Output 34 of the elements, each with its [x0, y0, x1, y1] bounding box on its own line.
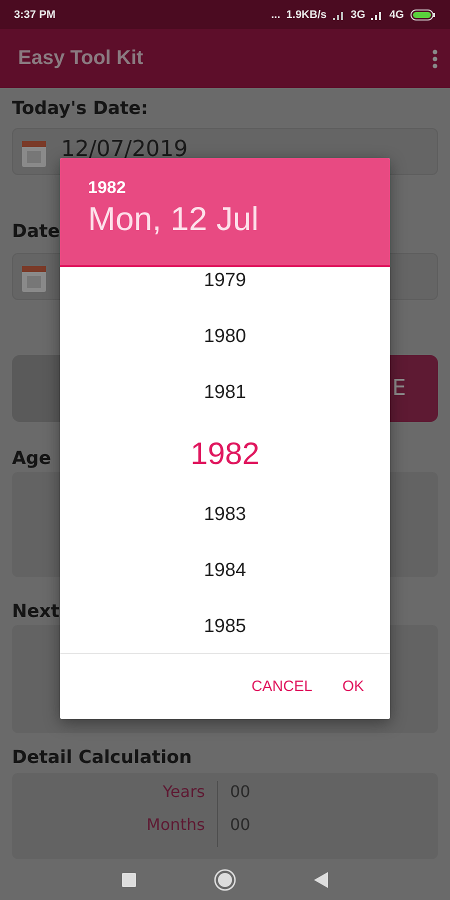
battery-icon — [410, 8, 436, 21]
year-option[interactable]: 1985 — [184, 599, 266, 653]
detail-label: Years — [12, 781, 218, 814]
header-year[interactable]: 1982 — [88, 178, 362, 198]
ok-button[interactable]: OK — [330, 670, 376, 703]
detail-label: Months — [12, 814, 218, 848]
detail-value: 00 — [229, 814, 252, 836]
year-option[interactable]: 1980 — [184, 309, 266, 365]
detail-value: 00 — [229, 781, 252, 804]
recents-icon[interactable] — [122, 872, 136, 887]
year-option[interactable]: 1983 — [184, 487, 266, 543]
calendar-icon — [21, 138, 47, 168]
cancel-button[interactable]: CANCEL — [239, 670, 324, 703]
year-option[interactable]: 1982 — [170, 421, 280, 487]
status-more: ... — [271, 8, 280, 21]
back-icon[interactable] — [314, 872, 328, 888]
status-time: 3:37 PM — [14, 8, 56, 21]
calendar-icon — [21, 263, 47, 294]
field-label: Today's Date: — [12, 98, 148, 122]
signal-icon — [371, 10, 384, 20]
network-type: 4G — [389, 8, 404, 21]
year-option[interactable]: 1979 — [184, 267, 266, 309]
app-title: Easy Tool Kit — [18, 47, 144, 70]
network-speed: 1.9KB/s — [286, 8, 327, 21]
year-option[interactable]: 1981 — [184, 365, 266, 421]
section-title: Age — [12, 448, 52, 472]
section-title: Next — [12, 601, 60, 624]
year-option[interactable]: 1984 — [184, 543, 266, 599]
more-options-icon[interactable] — [432, 48, 438, 69]
field-label: Date — [12, 221, 60, 244]
home-icon[interactable] — [214, 868, 236, 891]
section-title: Detail Calculation — [12, 747, 192, 770]
signal-icon — [332, 10, 345, 20]
network-type: 3G — [350, 8, 366, 21]
